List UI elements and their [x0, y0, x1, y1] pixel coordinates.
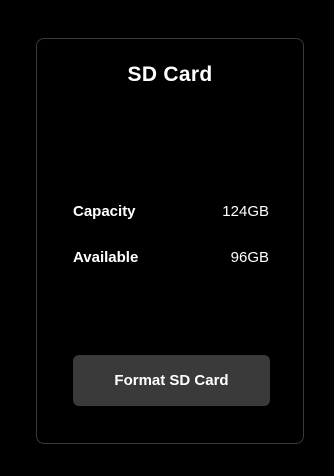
- panel-title: SD Card: [127, 63, 213, 86]
- capacity-label: Capacity: [73, 203, 136, 220]
- sd-card-panel: SD Card Capacity 124GB Available 96GB Fo…: [36, 38, 304, 444]
- format-sd-card-button[interactable]: Format SD Card: [73, 355, 270, 406]
- available-row: Available 96GB: [73, 249, 269, 266]
- available-value: 96GB: [230, 249, 269, 266]
- capacity-value: 124GB: [222, 203, 269, 220]
- capacity-row: Capacity 124GB: [73, 203, 269, 220]
- available-label: Available: [73, 249, 139, 266]
